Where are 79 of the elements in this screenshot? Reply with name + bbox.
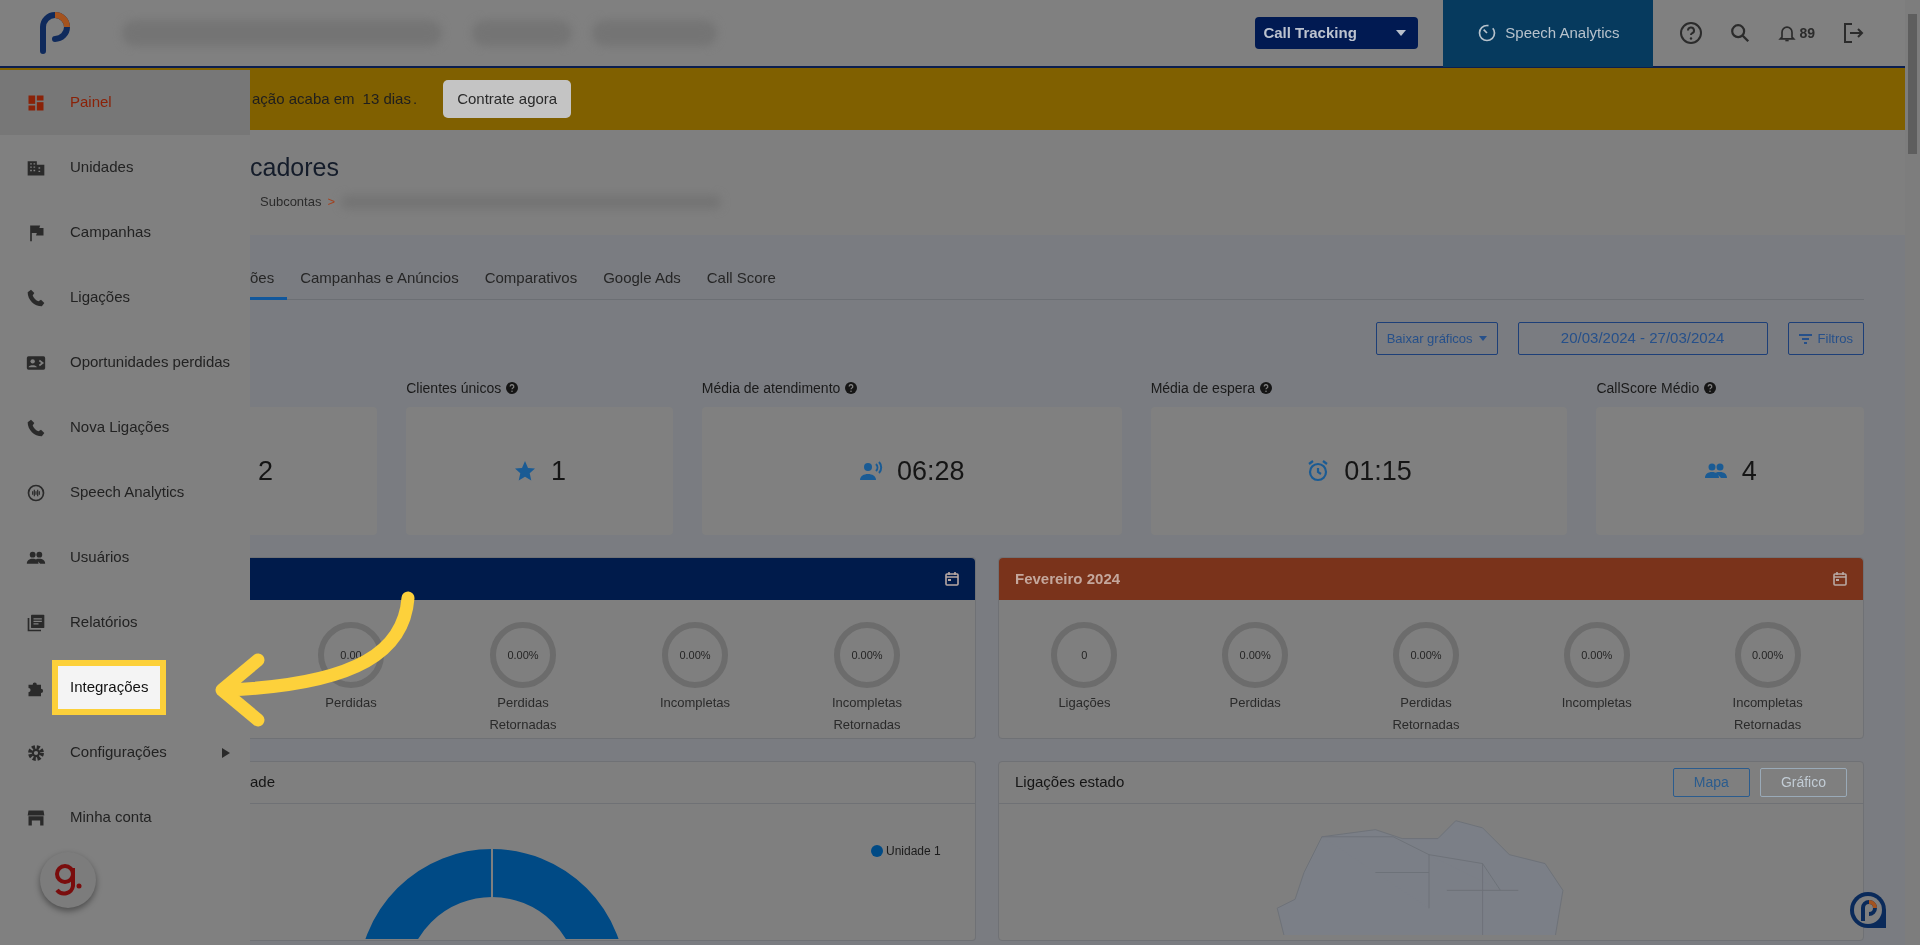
sidebar-item[interactable]: Integrações xyxy=(0,655,250,720)
calendar-icon xyxy=(945,572,959,586)
caret-icon xyxy=(222,747,230,758)
gauge-ring: 0.00% xyxy=(490,622,556,688)
tab[interactable]: Campanhas e Anúncios xyxy=(287,263,472,300)
help-icon xyxy=(506,382,519,394)
sidebar-item[interactable]: Unidades xyxy=(0,135,250,200)
gauge-label: Perdidas xyxy=(1229,694,1281,712)
kpi-card: 4 xyxy=(1596,407,1864,535)
support-button[interactable] xyxy=(1848,890,1888,930)
gauge-label: Incompletas xyxy=(1561,694,1632,712)
gauge-label: Incompletas xyxy=(659,694,731,712)
gauge-ring: 0.00% xyxy=(834,622,900,688)
gauge-icon xyxy=(1477,23,1498,43)
kpi-icon xyxy=(513,459,537,483)
caret-icon xyxy=(1478,336,1487,341)
calendar-icon xyxy=(1833,572,1847,586)
sidebar-item[interactable]: Oportunidades perdidas xyxy=(0,330,250,395)
sidebar-item[interactable]: Usuários xyxy=(0,525,250,590)
help-icon xyxy=(1259,382,1272,394)
gauge-label: Incompletas Retornadas xyxy=(1731,694,1804,734)
tab[interactable]: Comparativos xyxy=(471,263,591,300)
gauge-ring: 0.00% xyxy=(1222,622,1289,688)
help-icon xyxy=(845,382,858,394)
trial-notice-text: . xyxy=(412,88,418,109)
logout-button[interactable] xyxy=(1841,21,1865,45)
kpi-card: 06:28 xyxy=(701,407,1122,535)
search-button[interactable] xyxy=(1729,22,1752,44)
gauge-ring: 0.00% xyxy=(1734,622,1801,688)
card-title: ade xyxy=(250,772,276,793)
menu-icon xyxy=(26,482,46,503)
gauge-ring: 0 xyxy=(1051,622,1118,688)
days-link[interactable]: 13 dias xyxy=(362,87,411,111)
kpi-card: 2 xyxy=(250,407,378,535)
sidebar-item[interactable]: Campanhas xyxy=(0,200,250,265)
kpi-label: Média de atendimento xyxy=(701,378,841,398)
kpi-icon xyxy=(858,459,883,483)
sidebar-item[interactable]: Configurações xyxy=(0,720,250,785)
caret-icon xyxy=(1396,30,1407,36)
menu-icon xyxy=(26,742,46,763)
sidebar-item[interactable]: Ligações xyxy=(0,265,250,330)
gauge-label: Perdidas Retornadas xyxy=(1391,694,1461,734)
card-title: Ligações estado xyxy=(1015,772,1125,793)
tab[interactable]: Google Ads xyxy=(590,263,694,300)
sidebar-item[interactable]: Speech Analytics xyxy=(0,460,250,525)
gauge-ring: 0.00% xyxy=(1563,622,1630,688)
kpi-label: Clientes únicos xyxy=(406,378,502,398)
help-button[interactable] xyxy=(1679,21,1704,45)
notifications-button[interactable]: 89 xyxy=(1777,22,1815,44)
help-icon xyxy=(1704,382,1717,394)
speech-analytics-link[interactable]: Speech Analytics xyxy=(1443,0,1654,67)
gauge-label: Incompletas Retornadas xyxy=(830,694,904,734)
logo-icon xyxy=(37,11,73,55)
gauge-label: Perdidas xyxy=(325,694,377,712)
contract-button[interactable]: Contrate agora xyxy=(443,80,572,118)
gauge-ring: 0.00% xyxy=(1393,622,1459,688)
filter-icon xyxy=(1798,333,1812,344)
view-toggle-button[interactable]: Gráfico xyxy=(1759,768,1847,797)
menu-icon xyxy=(26,287,46,308)
menu-icon xyxy=(26,417,46,438)
kpi-label: CallScore Médio xyxy=(1596,378,1700,398)
breadcrumb-separator: > xyxy=(327,193,336,211)
trial-notice-text: ação acaba em xyxy=(252,88,355,109)
kpi-card: 1 xyxy=(406,407,673,535)
sidebar-item[interactable]: Nova Ligações xyxy=(0,395,250,460)
gauge-label: Ligações xyxy=(1058,694,1111,712)
breadcrumb-link[interactable]: Subcontas xyxy=(260,192,322,212)
sidebar-item[interactable]: Relatórios xyxy=(0,590,250,655)
kpi-card: 01:15 xyxy=(1150,407,1568,535)
menu-icon xyxy=(26,612,46,633)
page-title: cadores xyxy=(250,152,340,182)
product-select[interactable]: Call Tracking xyxy=(1255,17,1419,49)
gauge-label: Perdidas Retornadas xyxy=(488,694,558,734)
kpi-label: Média de espera xyxy=(1150,378,1255,398)
gauge-ring: 0.00% xyxy=(662,622,728,688)
legend-label: Unidade 1 xyxy=(886,843,941,860)
tab[interactable]: Call Score xyxy=(693,263,789,300)
sidebar-item[interactable]: Minha conta xyxy=(0,785,250,850)
month-card-header: Fevereiro 2024 xyxy=(999,558,1863,600)
